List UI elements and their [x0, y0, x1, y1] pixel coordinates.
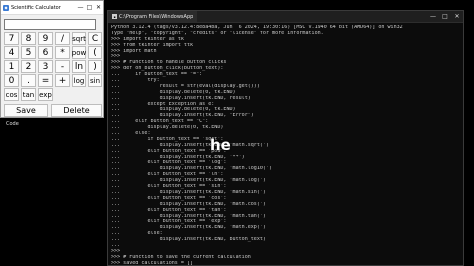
close-icon[interactable]: ✕	[451, 13, 463, 20]
calc-key-multiply[interactable]: *	[55, 46, 70, 59]
calc-key-minus[interactable]: -	[55, 60, 70, 73]
calc-key-9[interactable]: 9	[38, 32, 53, 45]
calc-key-1[interactable]: 1	[4, 60, 19, 73]
calc-key-divide[interactable]: /	[55, 32, 70, 45]
calc-key-6[interactable]: 6	[38, 46, 53, 59]
calc-key-equals[interactable]: =	[38, 74, 53, 87]
close-icon[interactable]: ✕	[94, 4, 103, 11]
terminal-tab[interactable]: ▪ C:\Program Files\WindowsApp	[108, 11, 198, 22]
calc-key-8[interactable]: 8	[21, 32, 36, 45]
calc-key-5[interactable]: 5	[21, 46, 36, 59]
maximize-icon[interactable]: □	[439, 13, 451, 20]
terminal-line: >>> saved_calculations = []	[111, 260, 194, 266]
save-button[interactable]: Save	[4, 104, 48, 117]
calc-key-sin[interactable]: sin	[88, 74, 102, 87]
calculator-window: ◆ Scientific Calculator — □ ✕ Save Delet…	[0, 0, 104, 118]
maximize-icon[interactable]: □	[85, 4, 94, 11]
calculator-display[interactable]	[4, 19, 96, 30]
calc-key-4[interactable]: 4	[4, 46, 19, 59]
calc-key-0[interactable]: 0	[4, 74, 19, 87]
calc-key-3[interactable]: 3	[38, 60, 53, 73]
calc-key-exp[interactable]: exp	[38, 88, 53, 101]
calc-key-ln[interactable]: ln	[72, 60, 86, 73]
calc-key-7[interactable]: 7	[4, 32, 19, 45]
terminal-output[interactable]: Python 3.12.4 (tags/v3.12.4:8e8a4ba, Jun…	[108, 23, 463, 266]
calc-key-dot[interactable]: .	[21, 74, 36, 87]
video-caption: he	[210, 136, 231, 154]
terminal-window: ▪ C:\Program Files\WindowsApp — □ ✕ Pyth…	[107, 10, 464, 266]
calc-key-tan[interactable]: tan	[21, 88, 36, 101]
calc-key-pow[interactable]: pow	[72, 46, 86, 59]
terminal-icon: ▪	[112, 14, 117, 19]
calc-key-log[interactable]: log	[72, 74, 86, 87]
calc-key-C[interactable]: C	[88, 32, 102, 45]
calculator-titlebar[interactable]: ◆ Scientific Calculator — □ ✕	[1, 1, 103, 15]
calc-key-2[interactable]: 2	[21, 60, 36, 73]
terminal-tab-title: C:\Program Files\WindowsApp	[119, 13, 194, 20]
minimize-icon[interactable]: —	[76, 4, 85, 11]
minimize-icon[interactable]: —	[427, 13, 439, 20]
delete-button[interactable]: Delete	[51, 104, 102, 117]
calc-key-rparen[interactable]: )	[88, 60, 102, 73]
calc-key-lparen[interactable]: (	[88, 46, 102, 59]
calculator-app-icon: ◆	[3, 4, 9, 11]
background-label: Code	[6, 121, 19, 127]
calc-key-plus[interactable]: +	[55, 74, 70, 87]
calc-key-sqrt[interactable]: sqrt	[72, 32, 86, 45]
calculator-title: Scientific Calculator	[11, 4, 61, 11]
calc-key-cos[interactable]: cos	[4, 88, 19, 101]
terminal-tabbar[interactable]: ▪ C:\Program Files\WindowsApp — □ ✕	[108, 11, 463, 23]
